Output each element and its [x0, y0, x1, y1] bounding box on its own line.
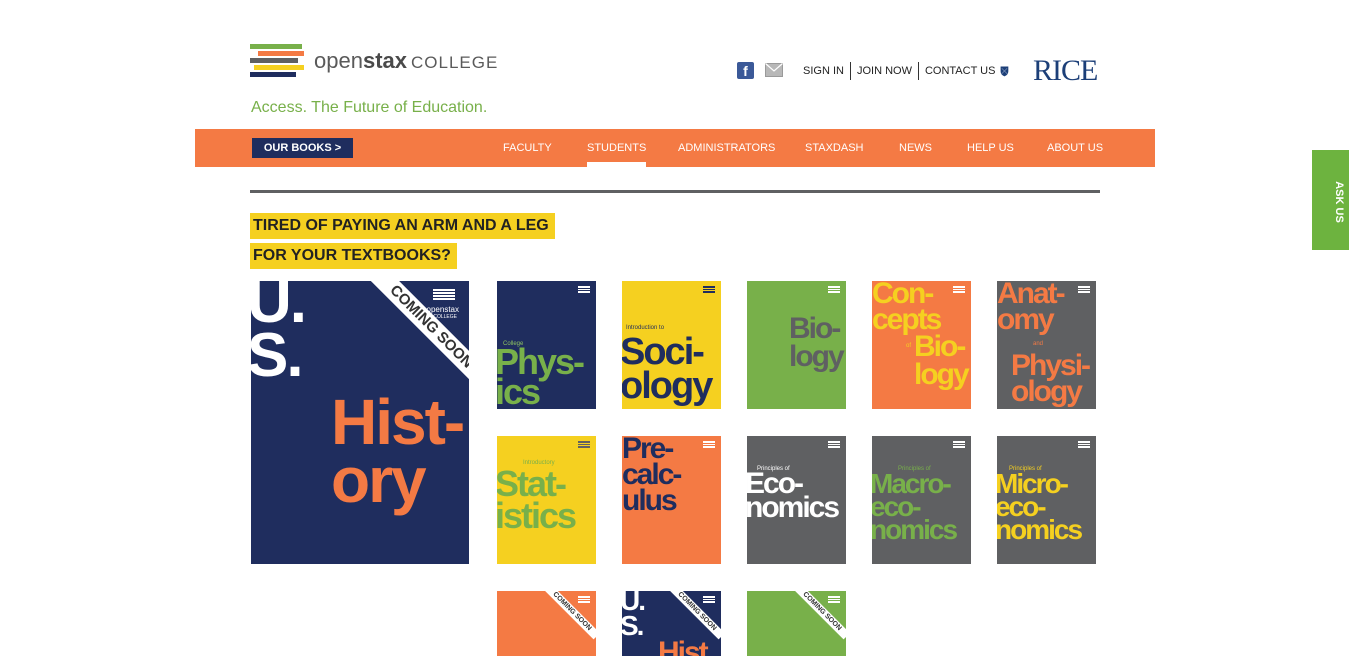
book-title: Phys- ics: [497, 341, 585, 410]
book-coming-soon-1[interactable]: COMING SOON: [497, 591, 596, 656]
openstax-mini-logo-icon: [1078, 286, 1090, 294]
book-subtitle: and: [1033, 341, 1044, 347]
book-title: Con- cepts: [872, 281, 942, 336]
nav-about-us[interactable]: ABOUT US: [1047, 129, 1103, 167]
rice-shield-icon[interactable]: [1000, 52, 1030, 90]
logo-wordmark: openstax COLLEGE: [314, 48, 499, 73]
openstax-mini-logo-icon: [578, 286, 590, 294]
book-title: Hist- ory: [331, 386, 465, 516]
book-us-history[interactable]: U. S. Hist- ory COMING SOON openstax COL…: [251, 281, 469, 564]
join-now-link[interactable]: JOIN NOW: [849, 62, 918, 80]
book-prefix: U. S.: [622, 591, 646, 641]
book-college-physics[interactable]: College Phys- ics: [497, 281, 596, 409]
openstax-mini-logo-icon: [703, 596, 715, 604]
logo-bars-icon: [250, 44, 306, 80]
openstax-mini-logo-icon: [703, 286, 715, 294]
nav-help-us[interactable]: HELP US: [967, 129, 1014, 167]
book-title: Pre- calc- ulus: [622, 436, 682, 517]
openstax-mini-logo-icon: [1078, 441, 1090, 449]
ask-us-label: ASK US: [1332, 181, 1345, 223]
book-title: Stat- istics: [497, 463, 577, 536]
book-concepts-of-biology[interactable]: Con- cepts of Bio- logy: [872, 281, 971, 409]
our-books-button[interactable]: OUR BOOKS >: [252, 138, 353, 158]
rice-wordmark[interactable]: RICE: [1033, 54, 1098, 88]
openstax-mini-logo-icon: [828, 441, 840, 449]
headline-line2: FOR YOUR TEXTBOOKS?: [250, 243, 457, 269]
book-logo-sub: COLLEGE: [433, 314, 457, 320]
book-logo-text: openstax: [426, 305, 459, 314]
book-biology[interactable]: Bio- logy: [747, 281, 846, 409]
openstax-mini-logo-icon: [953, 286, 965, 294]
nav-students[interactable]: STUDENTS: [587, 129, 647, 167]
book-title: Bio- logy: [789, 312, 845, 373]
nav-staxdash[interactable]: STAXDASH: [805, 129, 863, 167]
openstax-mini-logo-icon: [828, 286, 840, 294]
book-sociology[interactable]: Introduction to Soci- ology: [622, 281, 721, 409]
sign-in-link[interactable]: SIGN IN: [797, 62, 850, 80]
headline-line1: TIRED OF PAYING AN ARM AND A LEG: [250, 213, 555, 239]
openstax-mini-logo-icon: [828, 596, 840, 604]
openstax-mini-logo-icon: [578, 596, 590, 604]
openstax-mini-logo-icon: [953, 441, 965, 449]
book-principles-of-microeconomics[interactable]: Principles of Micro- eco- nomics: [997, 436, 1096, 564]
headline: TIRED OF PAYING AN ARM AND A LEG FOR YOU…: [250, 213, 555, 273]
openstax-mini-logo-icon: [578, 441, 590, 449]
book-precalculus[interactable]: Pre- calc- ulus: [622, 436, 721, 564]
book-anatomy-physiology[interactable]: Anat- omy and Physi- ology: [997, 281, 1096, 409]
book-subtitle: of: [906, 343, 912, 349]
facebook-icon[interactable]: f: [737, 62, 754, 79]
book-title-2: Bio- logy: [914, 330, 970, 391]
contact-us-link[interactable]: CONTACT US: [917, 62, 1002, 80]
book-title: Anat- omy: [997, 281, 1066, 336]
book-title: Macro- eco- nomics: [872, 468, 958, 545]
book-title: Hist: [658, 636, 709, 656]
book-principles-of-macroeconomics[interactable]: Principles of Macro- eco- nomics: [872, 436, 971, 564]
ask-us-tab[interactable]: ASK US: [1312, 150, 1349, 250]
openstax-mini-logo-icon: [433, 289, 455, 303]
book-title: Micro- eco- nomics: [997, 468, 1083, 545]
main-nav: OUR BOOKS > FACULTY STUDENTS ADMINISTRAT…: [195, 129, 1155, 167]
book-introductory-statistics[interactable]: Introductory Stat- istics: [497, 436, 596, 564]
book-principles-of-economics[interactable]: Principles of Eco- nomics: [747, 436, 846, 564]
nav-administrators[interactable]: ADMINISTRATORS: [678, 129, 775, 167]
nav-news[interactable]: NEWS: [899, 129, 932, 167]
book-title: Soci- ology: [622, 331, 713, 407]
book-title-2: Physi- ology: [1011, 349, 1091, 408]
divider: [250, 190, 1100, 193]
book-coming-soon-us-history[interactable]: U. S. Hist COMING SOON: [622, 591, 721, 656]
book-coming-soon-3[interactable]: COMING SOON: [747, 591, 846, 656]
book-prefix: U. S.: [251, 281, 307, 390]
openstax-mini-logo-icon: [703, 441, 715, 449]
mail-icon[interactable]: [765, 63, 783, 77]
utility-links: SIGN IN JOIN NOW CONTACT US: [797, 62, 1001, 80]
tagline: Access. The Future of Education.: [251, 99, 488, 116]
book-title: Eco- nomics: [747, 467, 840, 524]
nav-faculty[interactable]: FACULTY: [503, 129, 552, 167]
